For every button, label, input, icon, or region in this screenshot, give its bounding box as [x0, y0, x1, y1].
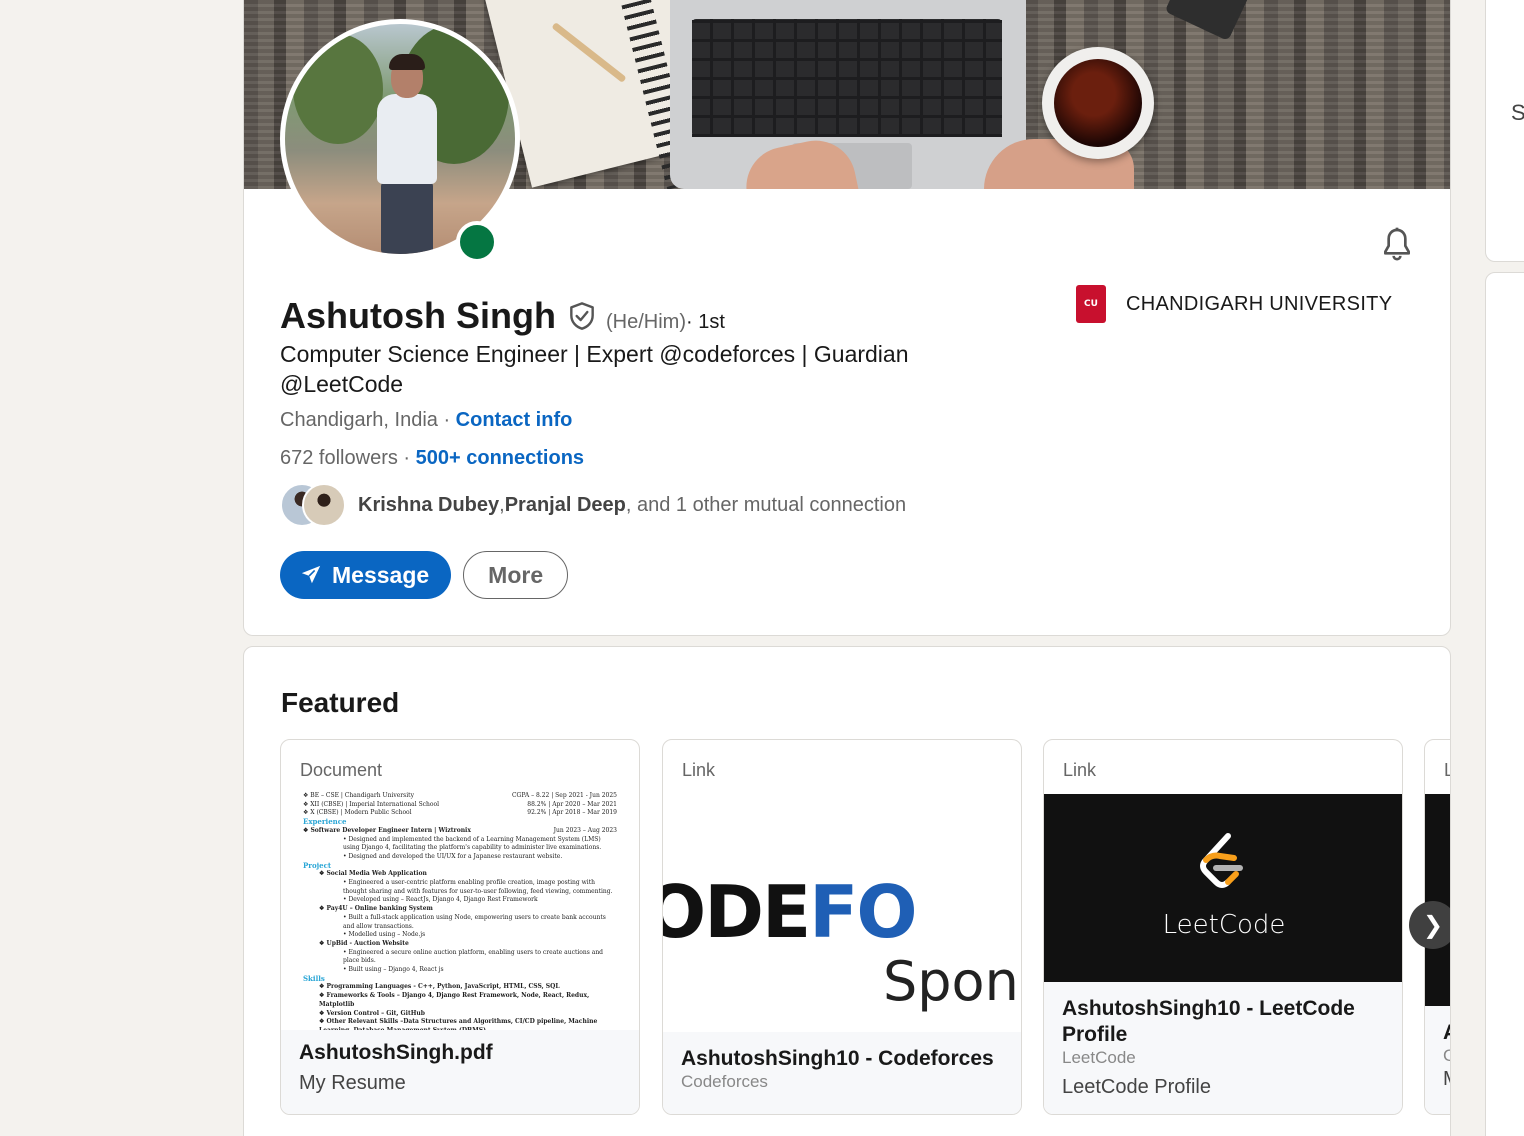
sidebar-card	[1485, 272, 1524, 1136]
leetcode-link-image: LeetCode	[1044, 794, 1402, 982]
featured-item-footer: AshutoshSingh10 - Codeforces Codeforces	[663, 1032, 1021, 1114]
followers-row: 672 followers · 500+ connections	[280, 447, 584, 470]
resume-section: Experience	[303, 817, 347, 827]
chevron-right-icon: ❯	[1422, 911, 1444, 939]
featured-item-footer: AshutoshSingh10 - LeetCode Profile LeetC…	[1044, 982, 1402, 1114]
pronouns: (He/Him)	[605, 311, 686, 333]
avatar	[285, 24, 515, 254]
resume-line: ❖ Version Control – Git, GitHub	[319, 1009, 425, 1017]
university-logo-text: CU	[1084, 299, 1098, 309]
sidebar-card	[1485, 0, 1524, 262]
location-row: Chandigarh, India · Contact info	[280, 409, 572, 432]
send-icon	[301, 565, 321, 584]
resume-line: CGPA – 8.22 | Sep 2021 - Jun 2025	[511, 792, 617, 799]
featured-item-description: My Resume	[299, 1072, 406, 1094]
resume-line: Jun 2023 – Aug 2023	[553, 826, 617, 834]
resume-section: Project	[303, 860, 332, 870]
connections-separator: ·	[397, 447, 416, 469]
resume-line: ❖ Pay4U – Online banking System	[319, 905, 433, 913]
featured-item-type: L	[1444, 760, 1450, 781]
resume-line: • Designed and implemented the backend o…	[343, 835, 602, 852]
online-status-indicator	[456, 221, 498, 263]
featured-title: Featured	[281, 687, 400, 718]
message-button-label: Message	[332, 561, 430, 588]
featured-item-codeforces[interactable]: Link ODEFO Spons AshutoshSingh10 - Codef…	[662, 739, 1022, 1115]
mutual-name-1: Krishna Dubey	[358, 493, 500, 516]
featured-item-source: LeetCode	[1062, 1048, 1136, 1067]
featured-item-description: LeetCode Profile	[1062, 1076, 1211, 1098]
resume-line: • Built a full-stack application using N…	[343, 913, 606, 930]
mutual-connections[interactable]: Krishna Dubey, Pranjal Deep, and 1 other…	[280, 483, 906, 527]
university-logo-icon: CU	[1076, 285, 1106, 323]
resume-line: • Modelled using – Node.js	[343, 931, 426, 939]
resume-line: ❖ XII (CBSE) | Imperial International Sc…	[303, 800, 440, 808]
featured-item-type: Link	[682, 760, 716, 780]
featured-item-title: AshutoshSingh10 - Codeforces	[681, 1047, 994, 1070]
featured-item-resume[interactable]: Document ❖ BE – CSE | Chandigarh Univers…	[280, 739, 640, 1115]
featured-item-title: AshutoshSingh10 - LeetCode Profile	[1062, 997, 1355, 1046]
codeforces-link-image: ODEFO Spons	[663, 794, 1021, 1034]
connection-degree: · 1st	[685, 311, 725, 333]
location-separator: ·	[437, 409, 456, 431]
mutual-avatars	[280, 483, 348, 527]
profile-headline: Computer Science Engineer | Expert @code…	[280, 341, 909, 397]
contact-info-link[interactable]: Contact info	[456, 409, 573, 431]
resume-line: ❖ Programming Languages - C++, Python, J…	[319, 983, 560, 991]
mutual-rest: , and 1 other mutual connection	[625, 493, 907, 516]
profile-actions: Message More	[280, 551, 569, 599]
featured-item-type: Document	[300, 760, 383, 780]
sidebar-partial-text: S	[1511, 100, 1524, 125]
leetcode-logo-icon	[1200, 833, 1243, 888]
resume-line: 88.2% | Apr 2020 – Mar 2021	[527, 800, 617, 808]
featured-item-footer: AshutoshSingh.pdf My Resume	[281, 1030, 639, 1114]
featured-item-title: A	[1443, 1020, 1450, 1046]
message-button[interactable]: Message	[280, 551, 452, 599]
image-text: Spons	[883, 950, 1021, 1013]
connections-link[interactable]: 500+ connections	[416, 447, 584, 469]
resume-section: Skills	[303, 973, 325, 983]
resume-line: ❖ Social Media Web Application	[319, 870, 427, 878]
resume-line: ❖ Frameworks & Tools – Django 4, Django …	[319, 992, 590, 1008]
resume-line: • Developed using – ReactJs, Django 4, D…	[343, 896, 538, 904]
followers-count: 672	[280, 447, 314, 469]
education-entry[interactable]: CU CHANDIGARH UNIVERSITY	[1076, 285, 1392, 323]
featured-item-footer: A C M	[1425, 1006, 1450, 1114]
university-name: CHANDIGARH UNIVERSITY	[1126, 292, 1393, 315]
featured-item-source: C	[1443, 1046, 1450, 1066]
location: Chandigarh, India	[280, 409, 438, 431]
featured-item-leetcode[interactable]: Link LeetCode AshutoshSingh10 - LeetCode…	[1043, 739, 1403, 1115]
resume-line: • Engineered a user-centric platform ena…	[343, 879, 613, 895]
mutual-name-2: Pranjal Deep	[504, 493, 626, 516]
mutual-avatar-2	[302, 483, 346, 527]
followers-label: followers	[313, 447, 398, 469]
name-row: Ashutosh Singh (He/Him) · 1st	[280, 295, 725, 337]
featured-item-description: M	[1443, 1068, 1450, 1091]
featured-item-title: AshutoshSingh.pdf	[299, 1041, 493, 1064]
image-text: FO	[809, 870, 917, 954]
image-text: ODE	[663, 870, 811, 954]
resume-line: • Designed and developed the UI/UX for a…	[343, 852, 563, 860]
featured-next-button[interactable]: ❯	[1409, 901, 1450, 949]
featured-section: Featured Document ❖ BE – CSE | Chandigar…	[243, 646, 1451, 1136]
featured-item-source: Codeforces	[681, 1072, 768, 1091]
profile-top-card: Ashutosh Singh (He/Him) · 1st Computer S…	[243, 0, 1451, 636]
resume-line: • Built using – Django 4, React js	[343, 966, 444, 974]
featured-item-type: Link	[1063, 760, 1097, 780]
resume-preview-image: ❖ BE – CSE | Chandigarh University CGPA –…	[299, 792, 621, 1032]
verified-shield-icon[interactable]	[566, 300, 598, 332]
resume-line: • Engineered a secure online auction pla…	[343, 948, 604, 965]
resume-line: ❖ Software Developer Engineer Intern | W…	[303, 826, 471, 834]
resume-line: ❖ BE – CSE | Chandigarh University	[303, 792, 414, 799]
bell-icon[interactable]	[1377, 225, 1417, 265]
resume-line: ❖ UpBid - Auction Website	[319, 939, 409, 947]
resume-line: 92.2% | Apr 2018 – Mar 2019	[527, 809, 617, 817]
more-button[interactable]: More	[463, 551, 569, 599]
image-text: LeetCode	[1162, 910, 1286, 940]
profile-name: Ashutosh Singh	[280, 295, 556, 336]
